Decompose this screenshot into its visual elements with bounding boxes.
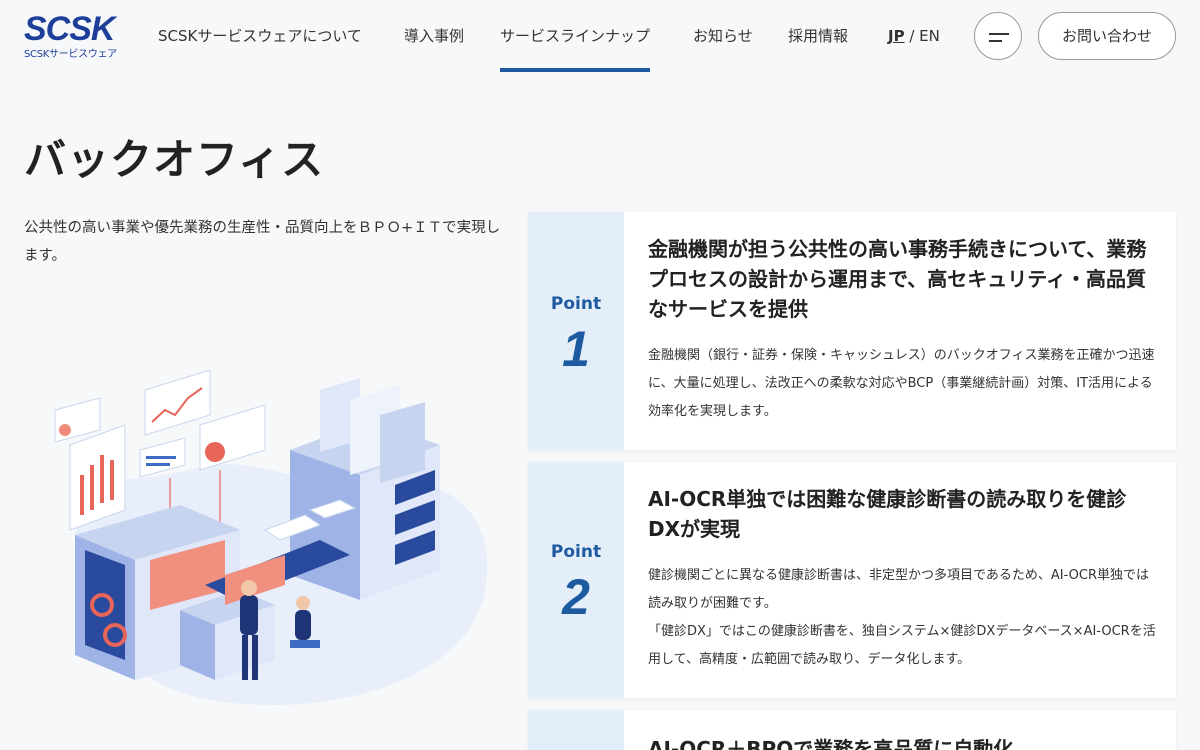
lead-text: 公共性の高い事業や優先業務の生産性・品質向上をＢＰＯ+ＩＴで実現します。 [24,220,501,264]
point-card-2: Point 2 AI-OCR単独では困難な健康診断書の読み取りを健診DXが実現 … [528,462,1176,698]
lang-en-link[interactable]: EN [919,27,940,45]
point-title: 金融機関が担う公共性の高い事務手続きについて、業務プロセスの設計から運用まで、高… [648,237,1147,321]
page-title: バックオフィス [24,135,325,184]
point-side-panel [528,710,624,750]
nav-item-news[interactable]: お知らせ [693,0,753,72]
logo-wordmark: SCSK [24,10,115,48]
point-card-3: AI-OCR＋BPOで業務を高品質に自動化 [528,710,1176,750]
point-body-2: 「健診DX」ではこの健康診断書を、独自システム×健診DXデータベース×AI-OC… [648,624,1156,667]
point-number: 2 [562,569,590,625]
menu-icon-line-2 [989,40,1002,42]
point-title: AI-OCR＋BPOで業務を高品質に自動化 [648,737,1014,750]
office-illustration [54,369,488,706]
point-label: Point [550,294,602,314]
point-title: AI-OCR単独では困難な健康診断書の読み取りを健診DXが実現 [648,487,1127,541]
site-header: SCSK SCSKサービスウェア SCSKサービスウェアについて 導入事例 サー… [0,0,1200,72]
nav-item-recruit[interactable]: 採用情報 [788,0,848,72]
point-body: 健診機関ごとに異なる健康診断書は、非定型かつ多項目であるため、AI-OCR単独で… [648,568,1149,611]
lang-jp-link[interactable]: JP [888,27,905,45]
point-number: 1 [562,321,590,377]
nav-item-services[interactable]: サービスラインナップ [500,0,651,72]
menu-button[interactable] [974,12,1022,60]
menu-icon-line-1 [989,33,1009,35]
nav-item-cases[interactable]: 導入事例 [404,0,464,72]
language-switcher: JP / EN [888,0,940,72]
logo-subtitle: SCSKサービスウェア [24,49,117,60]
point-body: 金融機関（銀行・証券・保険・キャッシュレス）のバックオフィス業務を正確かつ迅速に… [648,348,1155,419]
point-label: Point [550,542,602,562]
contact-button[interactable]: お問い合わせ [1038,12,1176,60]
lang-separator: / [904,27,920,45]
nav-item-about[interactable]: SCSKサービスウェアについて [158,0,362,72]
scsk-logo[interactable]: SCSK SCSKサービスウェア [24,12,124,60]
point-card-1: Point 1 金融機関が担う公共性の高い事務手続きについて、業務プロセスの設計… [528,212,1176,450]
